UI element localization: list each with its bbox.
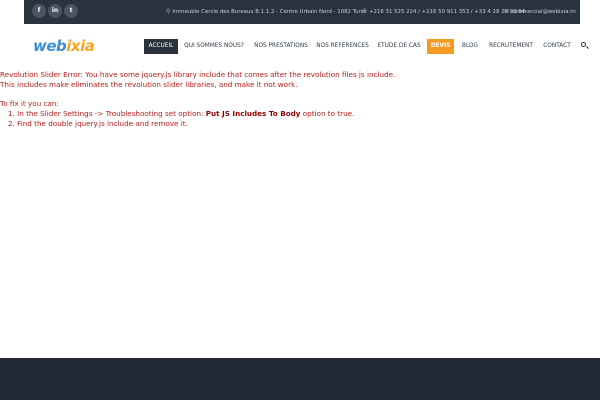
email-info[interactable]: ✉ commercial@webixia.tn xyxy=(504,0,576,24)
phone-text: +216 31 525 224 / +216 50 911 353 / +33 … xyxy=(369,9,526,15)
error-line-1: Revolution Slider Error: You have some j… xyxy=(0,70,396,79)
linkedin-icon[interactable]: in xyxy=(48,4,62,18)
address-text: Immeuble Cercle des Bureaux B.1.1.2 - Ce… xyxy=(172,9,367,15)
fix-step-1-suffix: option to true. xyxy=(302,109,355,118)
address-info: ⚲ Immeuble Cercle des Bureaux B.1.1.2 - C… xyxy=(166,0,366,24)
search-handle xyxy=(585,46,590,50)
nav-item-accueil[interactable]: ACCUEIL xyxy=(144,39,178,54)
top-bar-inner: f in t ⚲ Immeuble Cercle des Bureaux B.1.… xyxy=(24,0,580,24)
nav-item-contact[interactable]: CONTACT xyxy=(541,39,573,54)
fix-step-1-option: Put JS Includes To Body xyxy=(205,109,301,118)
site-logo[interactable]: webixia xyxy=(33,37,95,55)
footer xyxy=(0,358,600,400)
facebook-icon[interactable]: f xyxy=(32,4,46,18)
location-pin-icon: ⚲ xyxy=(166,8,171,15)
phone-info: ✆ +216 31 525 224 / +216 50 911 353 / +33… xyxy=(362,0,525,24)
nav-item-blog[interactable]: BLOG xyxy=(459,39,481,54)
nav-item-qui-sommes-nous[interactable]: QUI SOMMES NOUS? xyxy=(182,39,246,54)
nav-item-nos-prestations[interactable]: NOS PRESTATIONS xyxy=(252,39,310,54)
error-line-2: This includes make eliminates the revolu… xyxy=(0,80,298,89)
fix-step-1-prefix: 1. In the Slider Settings -> Troubleshoo… xyxy=(8,109,204,118)
nav-item-recrutement[interactable]: RECRUTEMENT xyxy=(487,39,535,54)
nav-item-devis[interactable]: DEVIS xyxy=(427,39,454,54)
error-fix-heading: To fix it you can: xyxy=(0,99,59,108)
phone-icon: ✆ xyxy=(362,8,368,15)
nav-item-nos-references[interactable]: NOS REFERENCES xyxy=(316,39,369,54)
logo-text-part2: ixia xyxy=(66,37,95,55)
email-text[interactable]: commercial@webixia.tn xyxy=(511,9,576,15)
error-fix-step-1: 1. In the Slider Settings -> Troubleshoo… xyxy=(8,109,354,119)
twitter-icon[interactable]: t xyxy=(64,4,78,18)
logo-text-part1: web xyxy=(33,37,67,55)
nav-item-etude-de-cas[interactable]: ETUDE DE CAS xyxy=(376,39,422,54)
error-fix-step-2: 2. Find the double jquery.js include and… xyxy=(8,119,188,128)
top-bar: f in t ⚲ Immeuble Cercle des Bureaux B.1.… xyxy=(0,0,600,24)
search-icon[interactable] xyxy=(580,40,590,52)
envelope-icon: ✉ xyxy=(504,8,510,15)
